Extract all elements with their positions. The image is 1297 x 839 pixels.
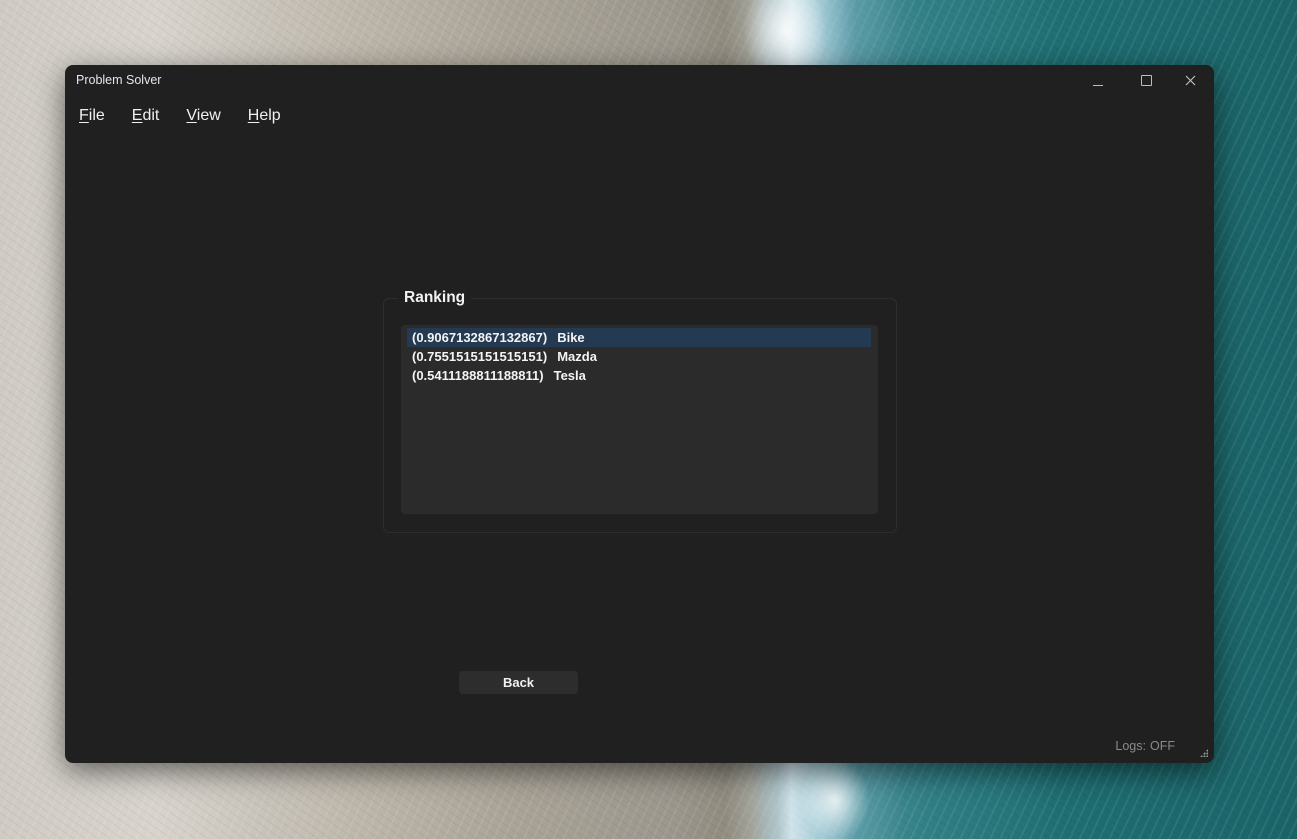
- resize-grip-icon[interactable]: [1200, 749, 1208, 757]
- list-item-name: Bike: [557, 330, 585, 345]
- title-bar[interactable]: Problem Solver: [65, 65, 1214, 97]
- ranking-title: Ranking: [398, 289, 472, 307]
- menu-file-label: ile: [88, 107, 105, 124]
- window-title: Problem Solver: [76, 73, 162, 87]
- close-button[interactable]: [1168, 65, 1212, 95]
- menu-edit-mnemonic: E: [131, 107, 143, 124]
- minimize-button[interactable]: [1076, 65, 1120, 95]
- list-item-score: (0.7551515151515151): [412, 349, 548, 364]
- maximize-icon: [1140, 74, 1152, 86]
- menu-view-label: iew: [196, 107, 221, 124]
- menu-edit-label: dit: [142, 107, 160, 124]
- list-item-name: Tesla: [553, 368, 586, 383]
- back-button[interactable]: Back: [459, 671, 578, 694]
- menu-edit[interactable]: Edit: [132, 107, 160, 125]
- list-item[interactable]: (0.9067132867132867) Bike: [407, 328, 871, 347]
- logs-label: Logs:: [1115, 739, 1146, 753]
- menu-help[interactable]: Help: [248, 107, 281, 125]
- close-icon: [1185, 75, 1195, 85]
- desktop-wallpaper: Problem Solver File Edit View Help Ranki…: [0, 0, 1297, 839]
- maximize-button[interactable]: [1124, 65, 1168, 95]
- menu-bar: File Edit View Help: [79, 107, 308, 125]
- logs-status[interactable]: Logs: OFF: [1115, 739, 1179, 753]
- menu-help-label: elp: [259, 107, 281, 124]
- list-item-name: Mazda: [557, 349, 597, 364]
- list-item-score: (0.5411188811188811): [412, 368, 544, 383]
- minimize-icon: [1093, 84, 1103, 86]
- logs-value: OFF: [1150, 739, 1175, 753]
- menu-view-mnemonic: V: [186, 107, 197, 124]
- menu-file-mnemonic: F: [79, 107, 89, 124]
- list-item[interactable]: (0.5411188811188811) Tesla: [407, 366, 871, 385]
- ranking-group: Ranking (0.9067132867132867) Bike (0.755…: [383, 289, 897, 533]
- menu-view[interactable]: View: [186, 107, 220, 125]
- ranking-list[interactable]: (0.9067132867132867) Bike (0.75515151515…: [401, 325, 878, 514]
- app-window: Problem Solver File Edit View Help Ranki…: [65, 65, 1214, 763]
- list-item-score: (0.9067132867132867): [412, 330, 548, 345]
- menu-file[interactable]: File: [79, 107, 105, 125]
- menu-help-mnemonic: H: [247, 107, 260, 124]
- list-item[interactable]: (0.7551515151515151) Mazda: [407, 347, 871, 366]
